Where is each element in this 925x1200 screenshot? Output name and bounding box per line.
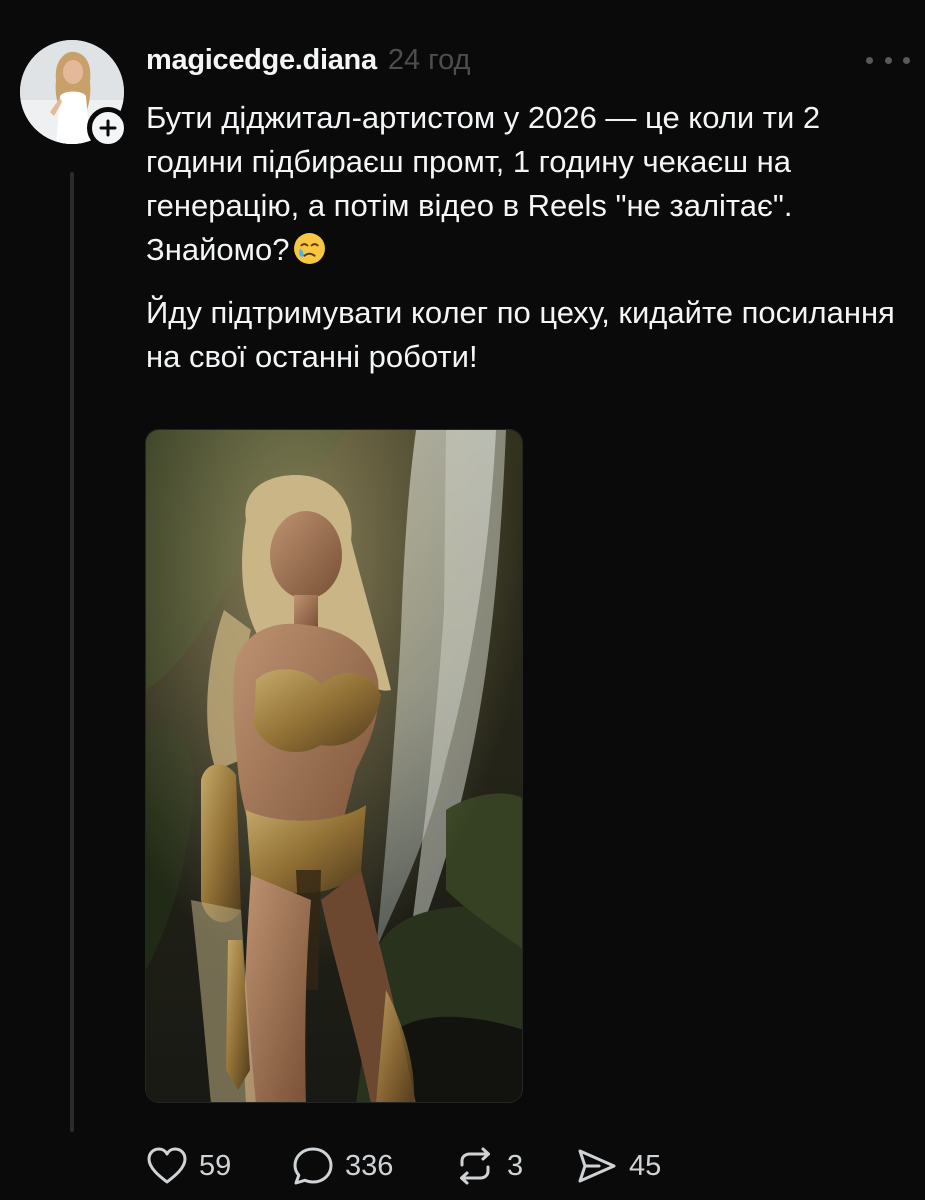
share-button[interactable]: 45 (575, 1146, 661, 1186)
follow-button[interactable] (87, 107, 129, 149)
repost-icon (460, 1147, 490, 1185)
face-holding-back-tears-icon (294, 233, 326, 264)
more-dots-icon (866, 56, 873, 64)
repost-count: 3 (507, 1149, 524, 1182)
like-button[interactable]: 59 (145, 1146, 291, 1186)
like-count: 59 (199, 1149, 232, 1182)
more-dots-icon (903, 56, 910, 64)
avatar-container[interactable] (20, 40, 129, 149)
reply-button[interactable]: 336 (291, 1145, 453, 1187)
post-actions: 59 336 3 45 (145, 1144, 661, 1188)
post-image[interactable] (145, 429, 523, 1103)
thread-post: magicedge.diana 24 год Бути діджитал-арт… (0, 0, 925, 1200)
plus-icon (99, 119, 117, 137)
post-paragraph: Бути діджитал-артистом у 2026 — це коли … (146, 96, 906, 272)
more-options-button[interactable] (866, 46, 910, 74)
post-paragraph: Йду підтримувати колег по цеху, кидайте … (146, 295, 895, 374)
heart-icon (147, 1147, 187, 1184)
username[interactable]: magicedge.diana (146, 44, 377, 77)
share-count: 45 (629, 1149, 662, 1182)
reply-count: 336 (345, 1149, 394, 1182)
post-time: 24 год (387, 43, 471, 76)
repost-button[interactable]: 3 (453, 1146, 575, 1186)
post-paragraph-text: Бути діджитал-артистом у 2026 — це коли … (146, 100, 821, 267)
comment-icon (293, 1147, 333, 1185)
thread-line (70, 172, 74, 1132)
post-image-art (146, 430, 522, 1102)
post-text: Бути діджитал-артистом у 2026 — це коли … (146, 96, 906, 379)
more-dots-icon (884, 56, 892, 64)
post-header: magicedge.diana 24 год (146, 38, 470, 82)
send-icon (578, 1149, 616, 1183)
